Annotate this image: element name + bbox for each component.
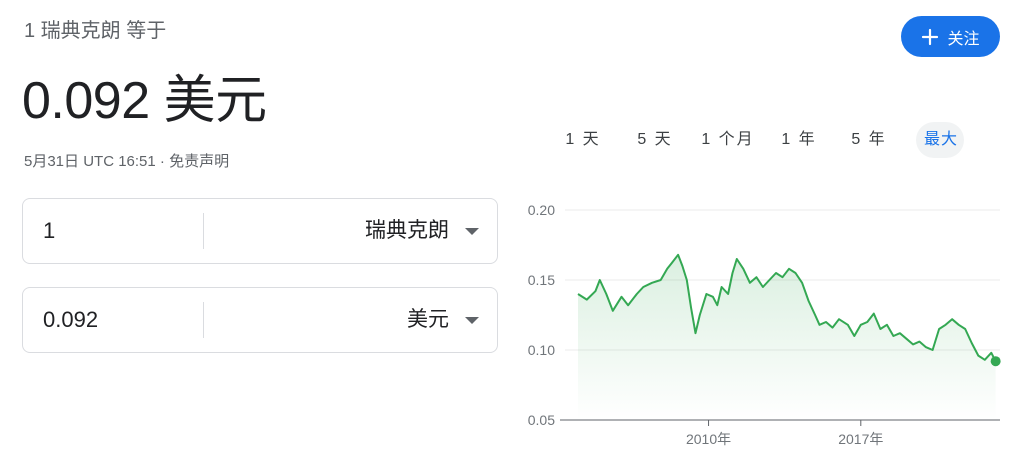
conversion-header: 1 瑞典克朗 等于 (24, 20, 167, 42)
x-tick-label: 2017年 (838, 431, 883, 447)
to-amount-input[interactable]: 0.092 (43, 288, 193, 352)
to-currency-select[interactable]: 美元 (407, 288, 449, 352)
from-currency-select[interactable]: 瑞典克朗 (365, 199, 449, 263)
tab-1-year[interactable]: 1 年 (772, 122, 826, 158)
time-range-tabs: 1 天 5 天 1 个月 1 年 5 年 最大 (556, 122, 1008, 158)
tab-5-days[interactable]: 5 天 (628, 122, 682, 158)
disclaimer-link[interactable]: 免责声明 (169, 153, 229, 170)
exchange-rate: 0.092 美元 (22, 58, 267, 133)
chart-current-point (990, 356, 1001, 367)
to-currency-box: 0.092 美元 (22, 287, 498, 353)
exchange-rate-chart: 0.20 0.15 0.10 0.05 2010年 2017年 (528, 202, 1001, 447)
y-tick-label: 0.20 (528, 202, 555, 218)
y-tick-label: 0.15 (528, 272, 555, 288)
field-divider (203, 302, 204, 338)
caret-down-icon[interactable] (465, 228, 479, 235)
follow-button[interactable]: 关注 (901, 16, 1000, 57)
from-currency-box: 1 瑞典克朗 (22, 198, 498, 264)
follow-button-label: 关注 (947, 30, 980, 48)
plus-icon (921, 28, 939, 46)
tab-5-years[interactable]: 5 年 (842, 122, 896, 158)
rate-timestamp: 5月31日 UTC 16:51 · 免责声明 (24, 150, 229, 171)
tab-1-day[interactable]: 1 天 (556, 122, 610, 158)
field-divider (203, 213, 204, 249)
y-tick-label: 0.05 (528, 412, 555, 428)
rate-value: 0.092 (22, 72, 150, 130)
timestamp-separator: · (155, 153, 170, 170)
y-tick-label: 0.10 (528, 342, 555, 358)
caret-down-icon[interactable] (465, 317, 479, 324)
x-tick-label: 2010年 (686, 431, 731, 447)
timestamp-text: 5月31日 UTC 16:51 (24, 153, 156, 170)
tab-max[interactable]: 最大 (916, 122, 964, 158)
rate-currency: 美元 (163, 72, 268, 130)
from-amount-input[interactable]: 1 (43, 199, 193, 263)
tab-1-month[interactable]: 1 个月 (696, 122, 760, 158)
